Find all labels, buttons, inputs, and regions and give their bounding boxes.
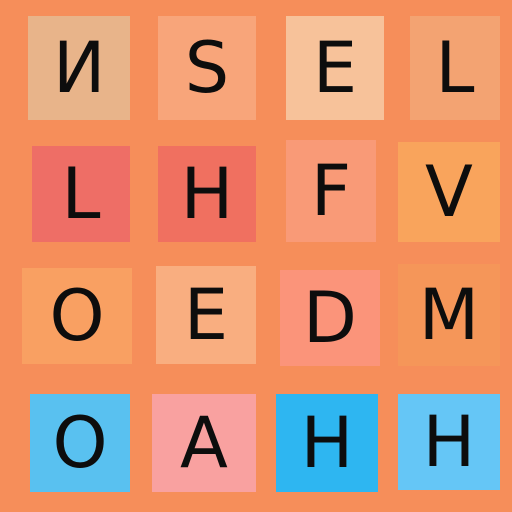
tile-letter: E	[183, 274, 229, 356]
letter-tile[interactable]: V	[398, 142, 500, 242]
letter-tile[interactable]: S	[158, 16, 256, 120]
letter-tile[interactable]: A	[152, 394, 256, 492]
tile-letter: V	[425, 151, 473, 233]
tile-letter: H	[300, 402, 354, 484]
tile-letter: S	[184, 27, 230, 109]
letter-tile[interactable]: O	[30, 394, 130, 492]
letter-tile[interactable]: N	[28, 16, 130, 120]
tile-letter: H	[422, 401, 476, 483]
letter-tile[interactable]: O	[22, 268, 132, 364]
letter-tile[interactable]: L	[32, 146, 130, 242]
tile-letter: M	[418, 274, 480, 356]
letter-tile[interactable]: D	[280, 270, 380, 366]
tile-letter: L	[435, 27, 475, 109]
letter-tile[interactable]: M	[398, 264, 500, 366]
letter-tile[interactable]: E	[286, 16, 384, 120]
tile-letter: F	[310, 150, 352, 232]
letter-tile[interactable]: H	[276, 394, 378, 492]
letter-tile[interactable]: L	[410, 16, 500, 120]
letter-board: N S E L L H F V O E D M O A H H	[0, 0, 512, 512]
tile-letter: E	[312, 27, 358, 109]
tile-letter: O	[49, 275, 105, 357]
tile-letter: D	[303, 277, 357, 359]
letter-tile[interactable]: E	[156, 266, 256, 364]
letter-tile[interactable]: H	[398, 394, 500, 490]
letter-tile[interactable]: H	[158, 146, 256, 242]
tile-letter: L	[61, 153, 101, 235]
tile-letter: A	[180, 402, 228, 484]
tile-letter: H	[180, 153, 234, 235]
letter-tile[interactable]: F	[286, 140, 376, 242]
tile-letter: N	[52, 27, 106, 109]
tile-letter: O	[52, 402, 108, 484]
